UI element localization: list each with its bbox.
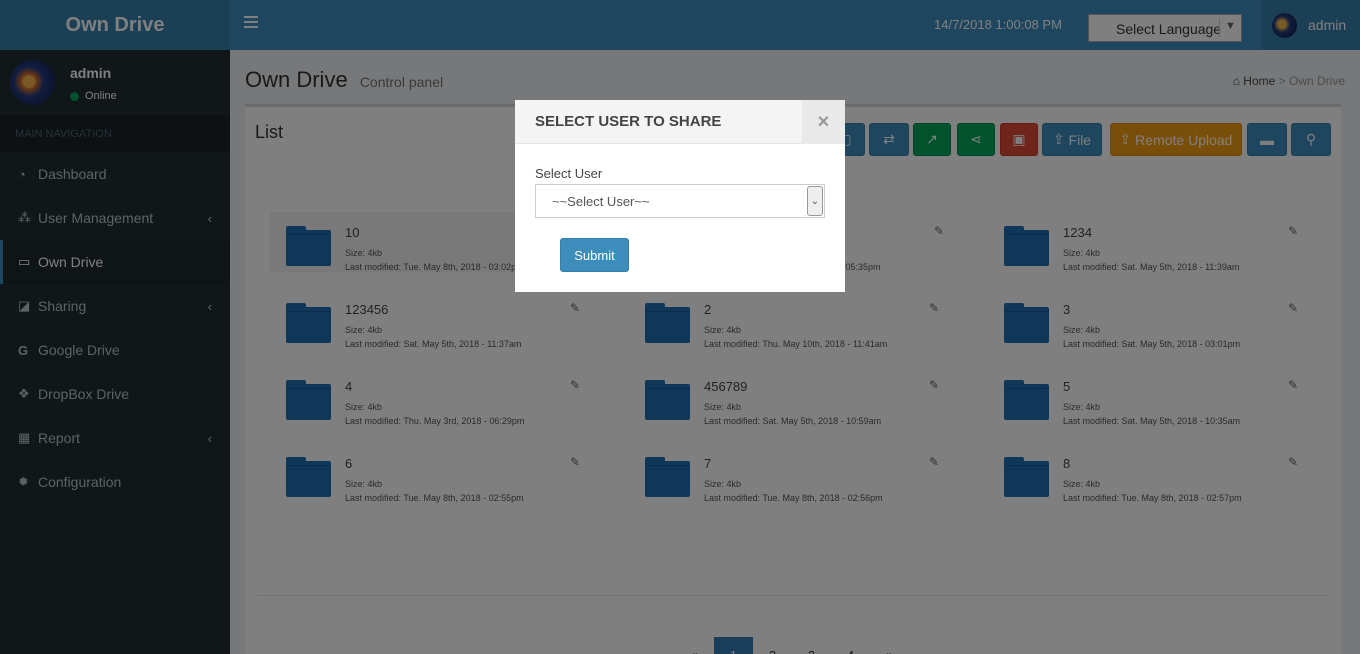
select-user-dropdown[interactable]: ~~Select User~~ ⌄ (535, 184, 825, 218)
modal-title: SELECT USER TO SHARE (535, 113, 722, 130)
modal-header: SELECT USER TO SHARE × (515, 100, 845, 144)
share-user-modal: SELECT USER TO SHARE × Select User ~~Sel… (515, 100, 845, 292)
chevron-down-icon: ⌄ (807, 186, 823, 216)
submit-button[interactable]: Submit (560, 238, 629, 272)
select-user-label: Select User (535, 166, 603, 181)
select-user-value: ~~Select User~~ (552, 194, 650, 209)
close-icon[interactable]: × (802, 100, 845, 144)
modal-backdrop[interactable] (0, 0, 1360, 654)
